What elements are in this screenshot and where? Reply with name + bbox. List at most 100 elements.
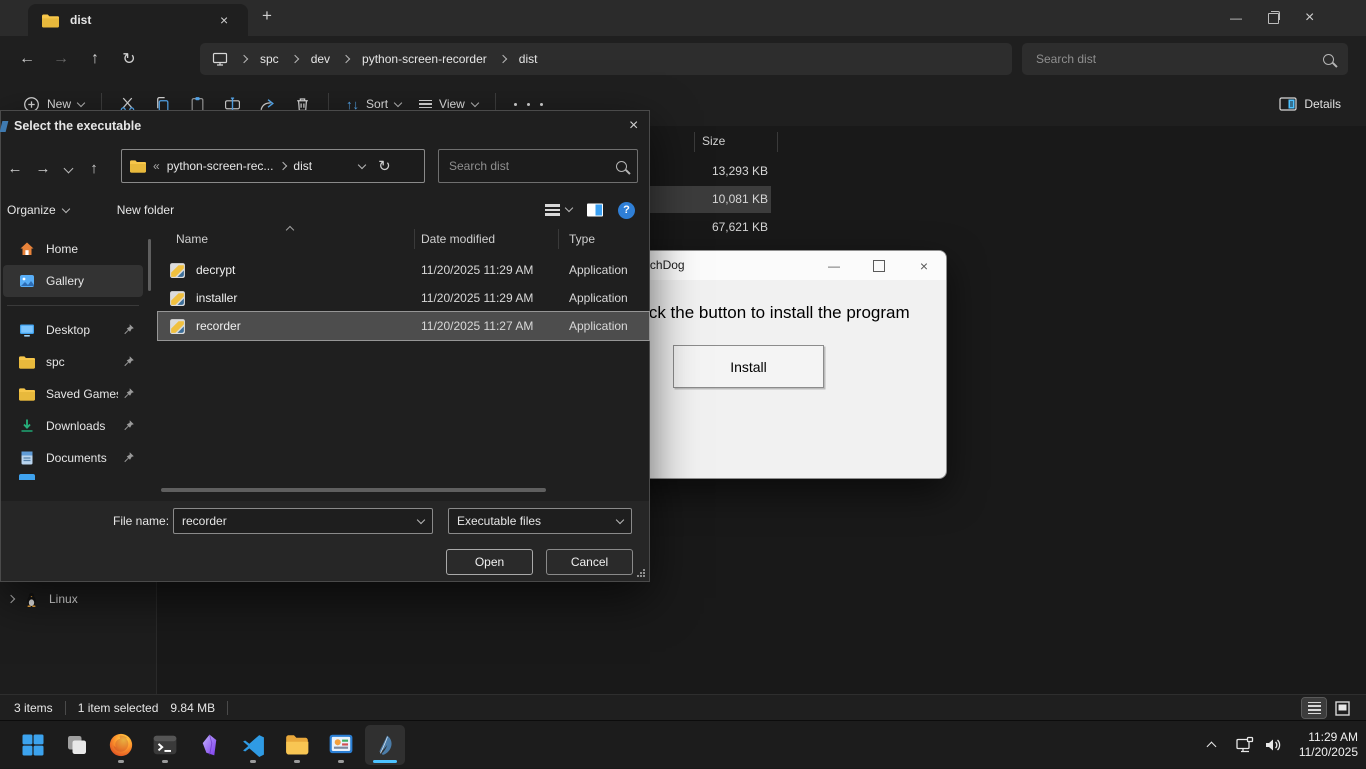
dialog-address-bar[interactable]: « python-screen-rec... dist ↻ <box>121 149 425 183</box>
column-separator[interactable] <box>694 132 695 152</box>
sidebar-item-saved-games[interactable]: Saved Games <box>3 378 143 410</box>
tab-close-icon[interactable]: × <box>220 13 228 27</box>
dialog-up-button[interactable]: ↑ <box>80 160 108 177</box>
new-folder-button[interactable]: New folder <box>117 203 174 217</box>
dialog-titlebar[interactable]: Select the executable × <box>1 111 649 141</box>
dialog-search-input[interactable]: Search dist <box>438 149 638 183</box>
organize-label: Organize <box>7 203 56 217</box>
file-explorer-icon <box>284 732 310 758</box>
dialog-breadcrumb-current[interactable]: dist <box>293 159 312 173</box>
start-button[interactable] <box>13 725 53 765</box>
dialog-search-placeholder: Search dist <box>449 159 509 173</box>
forward-button[interactable]: → <box>44 50 78 68</box>
breadcrumb[interactable]: spc dev python-screen-recorder dist <box>200 43 1012 75</box>
tray-chevron-up-icon[interactable] <box>1206 742 1216 752</box>
column-header-type[interactable]: Type <box>569 232 595 246</box>
file-date: 11/20/2025 11:29 AM <box>421 263 533 277</box>
watchdog-maximize-button[interactable] <box>857 251 901 280</box>
back-button[interactable]: ← <box>10 50 44 68</box>
breadcrumb-item[interactable]: dev <box>311 52 330 66</box>
list-view-icon <box>545 204 560 215</box>
size-cell: 67,621 KB <box>650 220 768 234</box>
details-button[interactable]: Details <box>1270 87 1350 121</box>
minimize-button[interactable]: — <box>1230 11 1242 25</box>
file-name-input[interactable]: recorder <box>173 508 433 534</box>
breadcrumb-overflow[interactable]: « <box>153 159 160 173</box>
taskbar-file-explorer[interactable] <box>277 725 317 765</box>
horizontal-scrollbar[interactable] <box>161 488 546 492</box>
taskbar-firefox[interactable] <box>101 725 141 765</box>
firefox-icon <box>108 732 134 758</box>
status-items-count: 3 items <box>14 701 53 715</box>
details-button-label: Details <box>1304 97 1341 111</box>
dialog-back-button[interactable]: ← <box>1 160 29 177</box>
tray-icons[interactable] <box>1235 735 1283 755</box>
view-toggle-large-icons[interactable] <box>1330 698 1354 718</box>
refresh-button[interactable]: ↻ <box>112 49 146 69</box>
sidebar-item-home[interactable]: Home <box>3 233 143 265</box>
breadcrumb-item[interactable]: dist <box>519 52 538 66</box>
desktop-icon <box>19 322 35 338</box>
home-icon <box>19 241 35 257</box>
file-type-select[interactable]: Executable files <box>448 508 632 534</box>
search-input[interactable]: Search dist <box>1022 43 1348 75</box>
taskbar-python-active[interactable] <box>365 725 405 765</box>
sidebar-item-downloads[interactable]: Downloads <box>3 410 143 442</box>
sort-button-label: Sort <box>366 97 388 111</box>
size-column-header[interactable]: Size <box>702 134 725 148</box>
new-button-label: New <box>47 97 71 111</box>
file-row-installer[interactable]: installer 11/20/2025 11:29 AM Applicatio… <box>158 284 649 312</box>
sidebar-item-documents[interactable]: Documents <box>3 442 143 474</box>
file-type: Application <box>569 291 628 305</box>
address-dropdown-icon[interactable] <box>358 160 366 168</box>
breadcrumb-item[interactable]: python-screen-recorder <box>362 52 487 66</box>
taskbar-obsidian[interactable] <box>189 725 229 765</box>
column-separator[interactable] <box>414 229 415 249</box>
column-header-name[interactable]: Name <box>176 232 208 246</box>
column-separator[interactable] <box>558 229 559 249</box>
view-toggle-details[interactable] <box>1302 698 1326 718</box>
file-row-decrypt[interactable]: decrypt 11/20/2025 11:29 AM Application <box>158 256 649 284</box>
recent-locations-icon[interactable] <box>64 163 74 173</box>
preview-pane-icon[interactable] <box>586 202 604 218</box>
taskbar-recorder-app[interactable] <box>321 725 361 765</box>
tab-dist[interactable]: dist × <box>28 4 248 36</box>
maximize-button[interactable] <box>1268 13 1279 24</box>
dialog-close-button[interactable]: × <box>629 118 638 134</box>
dialog-title: Select the executable <box>14 119 141 133</box>
taskbar-vscode[interactable] <box>233 725 273 765</box>
breadcrumb-item[interactable]: spc <box>260 52 279 66</box>
watchdog-minimize-button[interactable]: — <box>812 251 856 280</box>
sidebar-item-desktop[interactable]: Desktop <box>3 314 143 346</box>
organize-button[interactable]: Organize <box>7 203 69 217</box>
tray-clock[interactable]: 11:29 AM 11/20/2025 <box>1299 730 1358 760</box>
column-separator[interactable] <box>777 132 778 152</box>
up-button[interactable]: ↑ <box>78 50 112 68</box>
dialog-forward-button[interactable]: → <box>29 160 57 177</box>
close-button[interactable]: × <box>1305 10 1314 26</box>
cancel-button[interactable]: Cancel <box>546 549 633 575</box>
obsidian-icon <box>197 733 222 758</box>
sidebar-scrollbar[interactable] <box>148 239 151 291</box>
chevron-down-icon <box>565 204 573 212</box>
sidebar-item-linux[interactable]: Linux <box>8 588 148 610</box>
change-view-button[interactable] <box>545 204 572 215</box>
taskbar-terminal[interactable] <box>145 725 185 765</box>
sidebar-item-label: Downloads <box>46 419 105 433</box>
new-tab-button[interactable]: + <box>262 6 272 26</box>
help-icon[interactable]: ? <box>618 202 635 219</box>
open-button[interactable]: Open <box>446 549 533 575</box>
python-feather-icon <box>373 733 398 758</box>
task-view-button[interactable] <box>57 725 97 765</box>
task-view-icon <box>65 733 89 757</box>
cancel-button-label: Cancel <box>571 555 608 569</box>
sidebar-item-spc[interactable]: spc <box>3 346 143 378</box>
install-button[interactable]: Install <box>673 345 824 388</box>
resize-grip[interactable] <box>637 569 646 578</box>
dialog-refresh-icon[interactable]: ↻ <box>378 157 391 175</box>
column-header-date[interactable]: Date modified <box>421 232 495 246</box>
sidebar-item-gallery[interactable]: Gallery <box>3 265 143 297</box>
file-row-recorder-selected[interactable]: recorder 11/20/2025 11:27 AM Application <box>158 312 649 340</box>
watchdog-close-button[interactable]: × <box>902 251 946 280</box>
dialog-breadcrumb-folder[interactable]: python-screen-rec... <box>167 159 274 173</box>
